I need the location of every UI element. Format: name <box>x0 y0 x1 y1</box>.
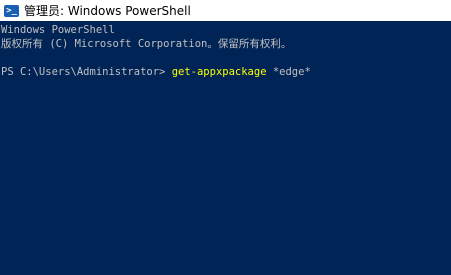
console-area[interactable]: Windows PowerShell 版权所有 (C) Microsoft Co… <box>0 23 451 275</box>
prompt: PS C:\Users\Administrator> <box>1 66 172 78</box>
command-argument: *edge* <box>266 66 311 78</box>
command-text: get-appxpackage <box>171 66 267 78</box>
powershell-icon: >_ <box>4 4 19 17</box>
header-line-2: 版权所有 (C) Microsoft Corporation。保留所有权利。 <box>1 38 292 50</box>
powershell-window: >_ 管理员: Windows PowerShell Windows Power… <box>0 0 451 275</box>
window-title: 管理员: Windows PowerShell <box>24 4 191 18</box>
header-line-1: Windows PowerShell <box>1 24 115 36</box>
title-bar[interactable]: >_ 管理员: Windows PowerShell <box>0 0 451 21</box>
command-line[interactable]: PS C:\Users\Administrator> get-appxpacka… <box>1 65 451 79</box>
